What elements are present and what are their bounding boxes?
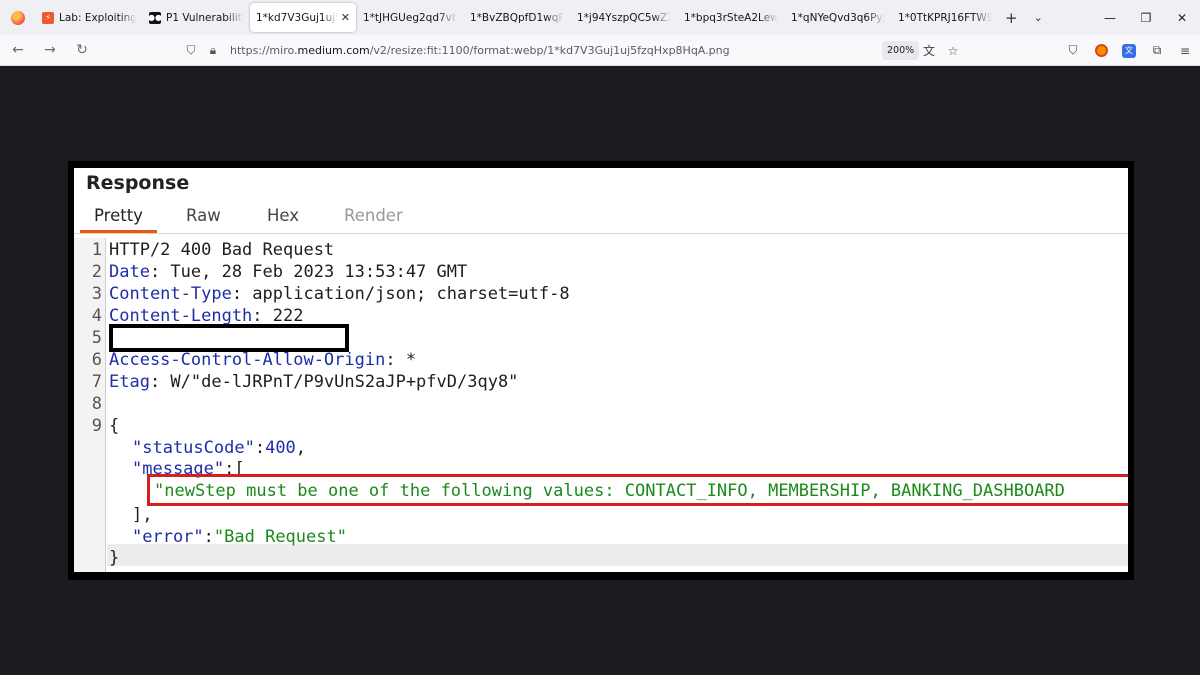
menu-hamburger-icon[interactable]: ≡: [1176, 42, 1194, 60]
redaction-box: [109, 324, 349, 352]
burp-bolt-icon: ⚡: [42, 11, 54, 24]
browser-tab[interactable]: 1*qNYeQvd3q6PyJoSj: [785, 3, 891, 32]
medium-icon: ●●: [148, 11, 162, 24]
browser-tab[interactable]: 1*bpq3rSteA2LewHte: [678, 3, 784, 32]
tab-bar: ⚡ Lab: Exploiting X ●● P1 Vulnerability …: [0, 0, 1200, 35]
browser-tab[interactable]: 1*0TtKPRJ16FTW9jcW: [892, 3, 998, 32]
tab-label: 1*BvZBQpfD1wqFSaq: [470, 11, 564, 24]
tab-label: 1*bpq3rSteA2LewHte: [684, 11, 778, 24]
tab-hex[interactable]: Hex: [267, 206, 299, 233]
url-bar[interactable]: ⛉ 🔒︎ https://miro.medium.com/v2/resize:f…: [180, 38, 964, 63]
line-number-gutter: 1 2 3 4 5 6 7 8 9: [74, 238, 106, 572]
json-error: "error":"Bad Request": [132, 527, 347, 547]
browser-tab[interactable]: ●● P1 Vulnerability b: [143, 3, 249, 32]
browser-tab[interactable]: 1*j94YszpQC5wZ2l9n: [571, 3, 677, 32]
browser-tab[interactable]: 1*tJHGUeg2qd7vbQH: [357, 3, 463, 32]
tab-label: 1*qNYeQvd3q6PyJoSj: [791, 11, 885, 24]
response-view-tabs: Pretty Raw Hex Render: [74, 204, 1128, 234]
tab-pretty[interactable]: Pretty: [80, 206, 157, 233]
back-arrow-icon[interactable]: ←: [4, 38, 32, 62]
response-code-view: 1 2 3 4 5 6 7 8 9 HTTP/2 400 Bad Request…: [74, 238, 1128, 572]
browser-tab[interactable]: 1*BvZBQpfD1wqFSaq: [464, 3, 570, 32]
line-number: 3: [91, 284, 102, 304]
extensions-puzzle-icon[interactable]: ⧉: [1148, 42, 1166, 60]
tab-raw[interactable]: Raw: [186, 206, 221, 233]
highlight-box: [147, 474, 1128, 506]
url-text[interactable]: https://miro.medium.com/v2/resize:fit:11…: [230, 44, 730, 57]
new-tab-icon[interactable]: +: [1005, 9, 1018, 27]
ublock-extension-icon[interactable]: [1092, 42, 1110, 60]
browser-tab-active[interactable]: 1*kd7V3Guj1uj5fzq ✕: [250, 3, 356, 32]
forward-arrow-icon[interactable]: →: [36, 38, 64, 62]
shield-icon[interactable]: ⛉: [180, 43, 202, 58]
pocket-icon[interactable]: ⛉: [1064, 42, 1082, 60]
header-line: Etag: W/"de-lJRPnT/P9vUnS2aJP+pfvD/3qy8": [109, 372, 519, 392]
tab-label: 1*kd7V3Guj1uj5fzq: [256, 11, 338, 24]
status-line: HTTP/2 400 Bad Request: [109, 240, 335, 260]
current-line-highlight: [107, 544, 1128, 566]
line-number: 9: [91, 416, 102, 436]
line-number: 1: [91, 240, 102, 260]
zoom-level-badge[interactable]: 200%: [882, 41, 920, 60]
line-number: 5: [91, 328, 102, 348]
header-line: Content-Type: application/json; charset=…: [109, 284, 570, 304]
tab-label: Lab: Exploiting X: [59, 11, 136, 24]
line-number: 8: [91, 394, 102, 414]
json-array-close: ],: [132, 505, 153, 525]
firefox-logo-icon[interactable]: [0, 0, 36, 35]
line-number: 4: [91, 306, 102, 326]
json-status-code: "statusCode":400,: [132, 438, 307, 458]
minimize-icon[interactable]: —: [1092, 0, 1128, 35]
tab-label: 1*tJHGUeg2qd7vbQH: [363, 11, 457, 24]
lock-icon[interactable]: 🔒︎: [202, 43, 224, 58]
browser-tab[interactable]: ⚡ Lab: Exploiting X: [36, 3, 142, 32]
screenshot-image-frame: Response Pretty Raw Hex Render 1 2 3 4 5…: [68, 161, 1134, 580]
tab-render[interactable]: Render: [344, 206, 403, 233]
close-tab-icon[interactable]: ✕: [341, 11, 350, 24]
list-tabs-chevron-icon[interactable]: ⌄: [1034, 11, 1043, 24]
header-line: Content-Length: 222: [109, 306, 304, 326]
translate-extension-icon[interactable]: 文: [1120, 42, 1138, 60]
json-close-brace: }: [109, 548, 120, 568]
line-number: 6: [91, 350, 102, 370]
restore-icon[interactable]: ❐: [1128, 0, 1164, 35]
header-line: Date: Tue, 28 Feb 2023 13:53:47 GMT: [109, 262, 468, 282]
line-number: 2: [91, 262, 102, 282]
header-line: Access-Control-Allow-Origin: *: [109, 350, 417, 370]
tab-label: P1 Vulnerability b: [166, 11, 243, 24]
panel-title: Response: [86, 172, 190, 194]
bookmark-star-icon[interactable]: ☆: [944, 42, 962, 60]
reload-icon[interactable]: ↻: [68, 38, 96, 62]
response-panel: Response Pretty Raw Hex Render 1 2 3 4 5…: [74, 168, 1128, 572]
tab-label: 1*0TtKPRJ16FTW9jcW: [898, 11, 992, 24]
translate-icon[interactable]: 文: [920, 42, 938, 60]
line-number: 7: [91, 372, 102, 392]
navigation-bar: ← → ↻ ⛉ 🔒︎ https://miro.medium.com/v2/re…: [0, 35, 1200, 66]
json-open-brace: {: [109, 416, 120, 436]
tab-label: 1*j94YszpQC5wZ2l9n: [577, 11, 671, 24]
close-window-icon[interactable]: ✕: [1164, 0, 1200, 35]
